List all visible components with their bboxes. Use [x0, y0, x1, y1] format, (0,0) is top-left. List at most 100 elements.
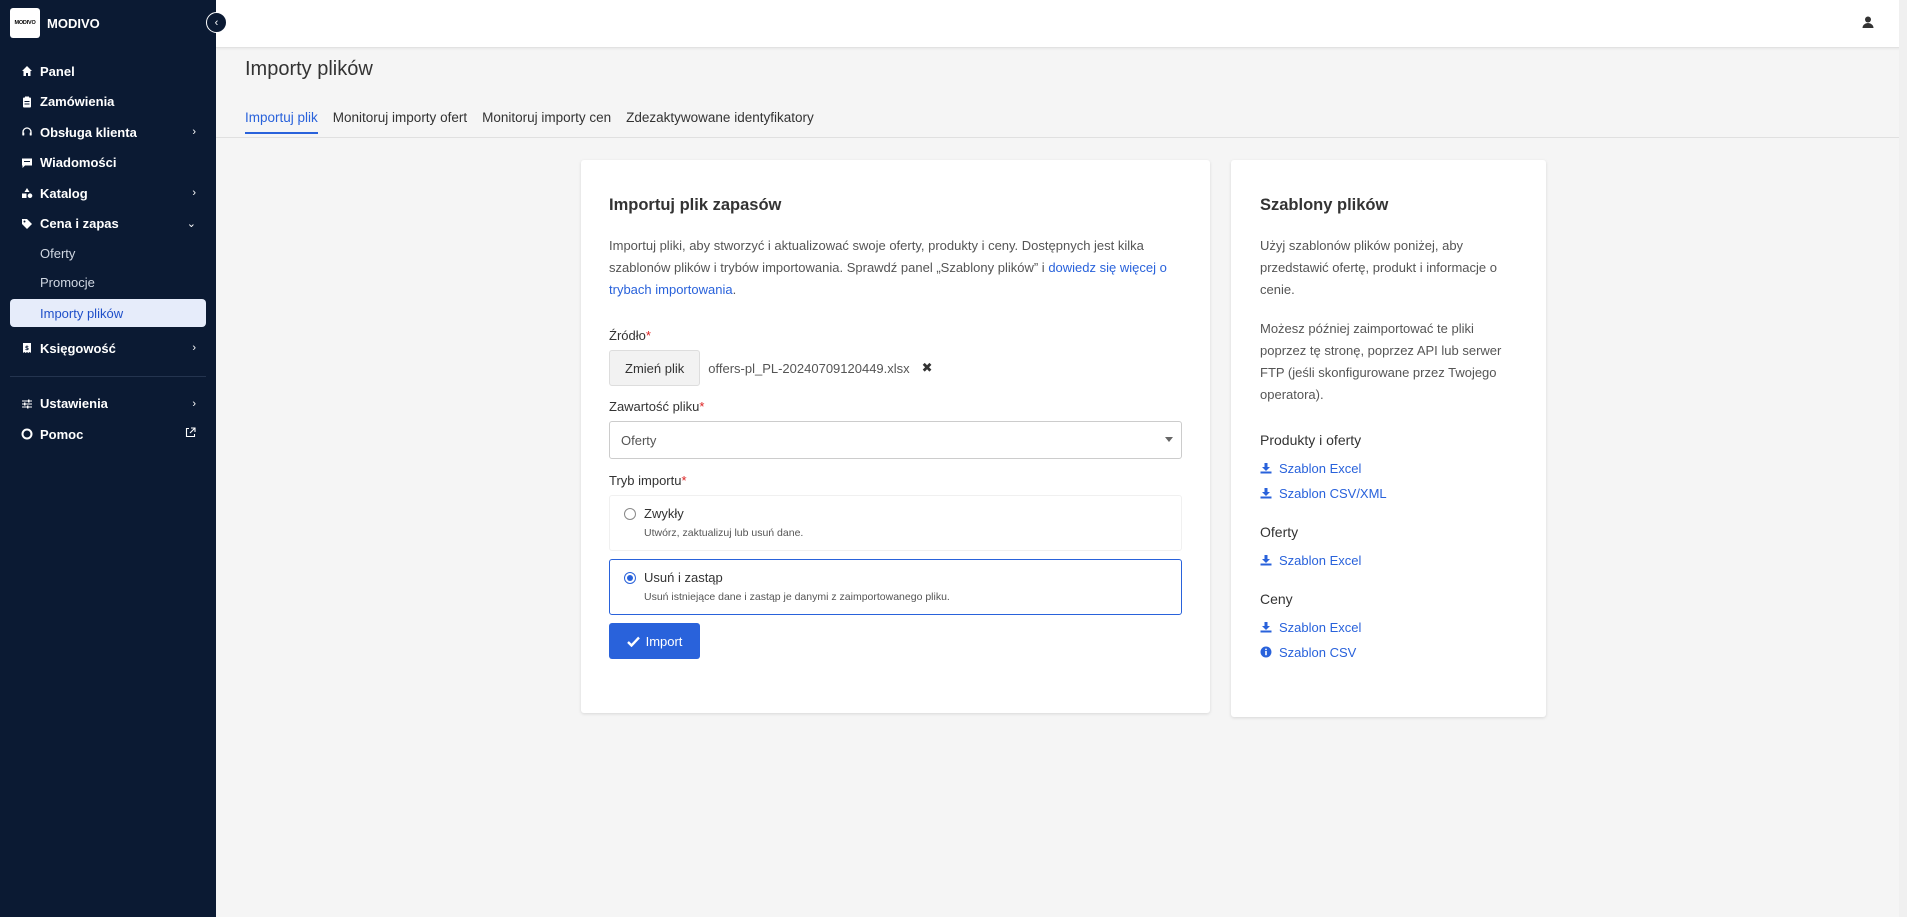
change-file-button[interactable]: Zmień plik [609, 350, 701, 386]
sidebar-item-label: Panel [40, 63, 75, 79]
required-mark: * [645, 328, 651, 343]
external-link-icon [185, 427, 196, 441]
template-link-label: Szablon CSV/XML [1279, 486, 1387, 501]
sidebar-item-panel[interactable]: Panel [0, 56, 216, 87]
home-icon [20, 64, 34, 78]
message-icon [20, 156, 34, 170]
sidebar-subitem-promotions[interactable]: Promocje [0, 268, 216, 297]
sidebar-divider [10, 375, 206, 377]
sidebar-item-accounting[interactable]: $ Księgowość › [0, 333, 216, 364]
import-card-title: Importuj plik zapasów [609, 196, 782, 214]
download-icon [1260, 487, 1273, 500]
required-mark: * [699, 399, 705, 414]
template-link[interactable]: Szablon Excel [1260, 615, 1517, 640]
sidebar-item-label: Cena i zapas [40, 216, 119, 232]
sidebar-item-price-stock[interactable]: Cena i zapas ⌄ [0, 209, 216, 240]
sidebar-item-label: Obsługa klienta [40, 124, 137, 140]
import-button-label: Import [645, 633, 683, 649]
brand-name: MODIVO [47, 15, 100, 31]
mode-normal-label: Zwykły [644, 506, 684, 521]
sliders-icon [20, 397, 34, 411]
section-title: Ceny [1260, 591, 1293, 607]
sidebar-item-orders[interactable]: Zamówienia [0, 87, 216, 118]
shapes-icon [20, 186, 34, 200]
sidebar: MODIVO MODIVO Panel Zamówienia Obsługa k… [0, 0, 216, 917]
required-mark: * [681, 473, 687, 488]
tab-deactivated-ids[interactable]: Zdezaktywowane identyfikatory [626, 110, 814, 134]
templates-paragraph-2: Możesz później zaimportować te pliki pop… [1260, 321, 1502, 402]
template-link[interactable]: Szablon Excel [1260, 548, 1517, 573]
headset-icon [20, 125, 34, 139]
tabs: Importuj plik Monitoruj importy ofert Mo… [245, 110, 829, 134]
lifebuoy-icon [20, 427, 34, 441]
user-icon[interactable] [1861, 15, 1877, 31]
import-button[interactable]: Import [609, 623, 700, 659]
sidebar-subitem-offers[interactable]: Oferty [0, 239, 216, 268]
download-icon [1260, 462, 1273, 475]
template-link[interactable]: Szablon CSV [1260, 640, 1517, 665]
content-label: Zawartość pliku* [609, 399, 1182, 414]
template-link[interactable]: Szablon CSV/XML [1260, 481, 1517, 506]
sidebar-item-label: Ustawienia [40, 396, 108, 412]
sidebar-item-label: Księgowość [40, 340, 116, 356]
receipt-icon: $ [20, 341, 34, 355]
sidebar-item-label: Katalog [40, 185, 88, 201]
radio-replace[interactable] [624, 571, 636, 584]
topbar [216, 0, 1907, 48]
sidebar-item-label: Zamówienia [40, 94, 115, 110]
chevron-right-icon: › [192, 126, 196, 139]
svg-text:$: $ [25, 345, 29, 352]
page-scrollbar[interactable] [1899, 0, 1907, 917]
templates-card-title: Szablony plików [1260, 196, 1389, 214]
template-link[interactable]: Szablon Excel [1260, 456, 1517, 481]
file-row: Zmień plik offers-pl_PL-20240709120449.x… [609, 350, 1182, 386]
mode-option-replace[interactable]: Usuń i zastąp Usuń istniejące dane i zas… [609, 559, 1182, 615]
mode-label-text: Tryb importu [609, 473, 682, 488]
remove-file-icon[interactable]: ✖ [922, 360, 933, 376]
sidebar-subitem-file-imports[interactable]: Importy plików [10, 299, 206, 327]
sidebar-item-settings[interactable]: Ustawienia › [0, 389, 216, 420]
sidebar-item-customer-service[interactable]: Obsługa klienta › [0, 117, 216, 148]
tab-monitor-price-imports[interactable]: Monitoruj importy cen [482, 110, 611, 134]
collapse-sidebar-button[interactable]: ‹ [206, 12, 227, 33]
template-link-label: Szablon Excel [1279, 553, 1362, 568]
download-icon [1260, 621, 1273, 634]
sidebar-item-help[interactable]: Pomoc [0, 419, 216, 450]
sidebar-item-catalog[interactable]: Katalog › [0, 178, 216, 209]
file-content-value: Oferty [621, 432, 657, 448]
file-name: offers-pl_PL-20240709120449.xlsx [708, 360, 910, 376]
source-label-text: Źródło [609, 328, 646, 343]
section-title: Produkty i oferty [1260, 432, 1362, 448]
clipboard-icon [20, 95, 34, 109]
chevron-left-icon: ‹ [214, 16, 219, 29]
chevron-down-icon: ⌄ [186, 218, 196, 231]
import-description: Importuj pliki, aby stworzyć i aktualizo… [609, 235, 1182, 301]
sidebar-nav: Panel Zamówienia Obsługa klienta › Wiado… [0, 46, 216, 450]
mode-option-normal[interactable]: Zwykły Utwórz, zaktualizuj lub usuń dane… [609, 495, 1182, 551]
download-icon [1260, 554, 1273, 567]
tab-monitor-offer-imports[interactable]: Monitoruj importy ofert [333, 110, 467, 134]
mode-label: Tryb importu* [609, 473, 1182, 488]
templates-paragraph-1: Użyj szablonów plików poniżej, aby przed… [1260, 238, 1497, 297]
brand[interactable]: MODIVO MODIVO [0, 0, 216, 46]
tabs-divider [216, 137, 1907, 138]
sidebar-item-messages[interactable]: Wiadomości [0, 148, 216, 179]
description-end: . [732, 282, 737, 297]
mode-replace-desc: Usuń istniejące dane i zastąp je danymi … [644, 591, 950, 603]
chevron-right-icon: › [192, 397, 196, 410]
templates-card: Szablony plików Użyj szablonów plików po… [1231, 160, 1546, 717]
chevron-right-icon: › [192, 187, 196, 200]
section-title: Oferty [1260, 524, 1299, 540]
file-content-select[interactable]: Oferty [609, 421, 1182, 459]
page-title: Importy plików [245, 58, 373, 80]
info-icon [1260, 646, 1273, 659]
template-link-label: Szablon CSV [1279, 645, 1357, 660]
tab-import-file[interactable]: Importuj plik [245, 110, 318, 134]
chevron-right-icon: › [192, 342, 196, 355]
source-label: Źródło* [609, 328, 1182, 343]
brand-logo: MODIVO [10, 8, 40, 38]
import-card: Importuj plik zapasów Importuj pliki, ab… [581, 160, 1210, 713]
sidebar-item-label: Pomoc [40, 426, 84, 442]
tag-icon [20, 217, 34, 231]
radio-normal[interactable] [624, 507, 636, 520]
